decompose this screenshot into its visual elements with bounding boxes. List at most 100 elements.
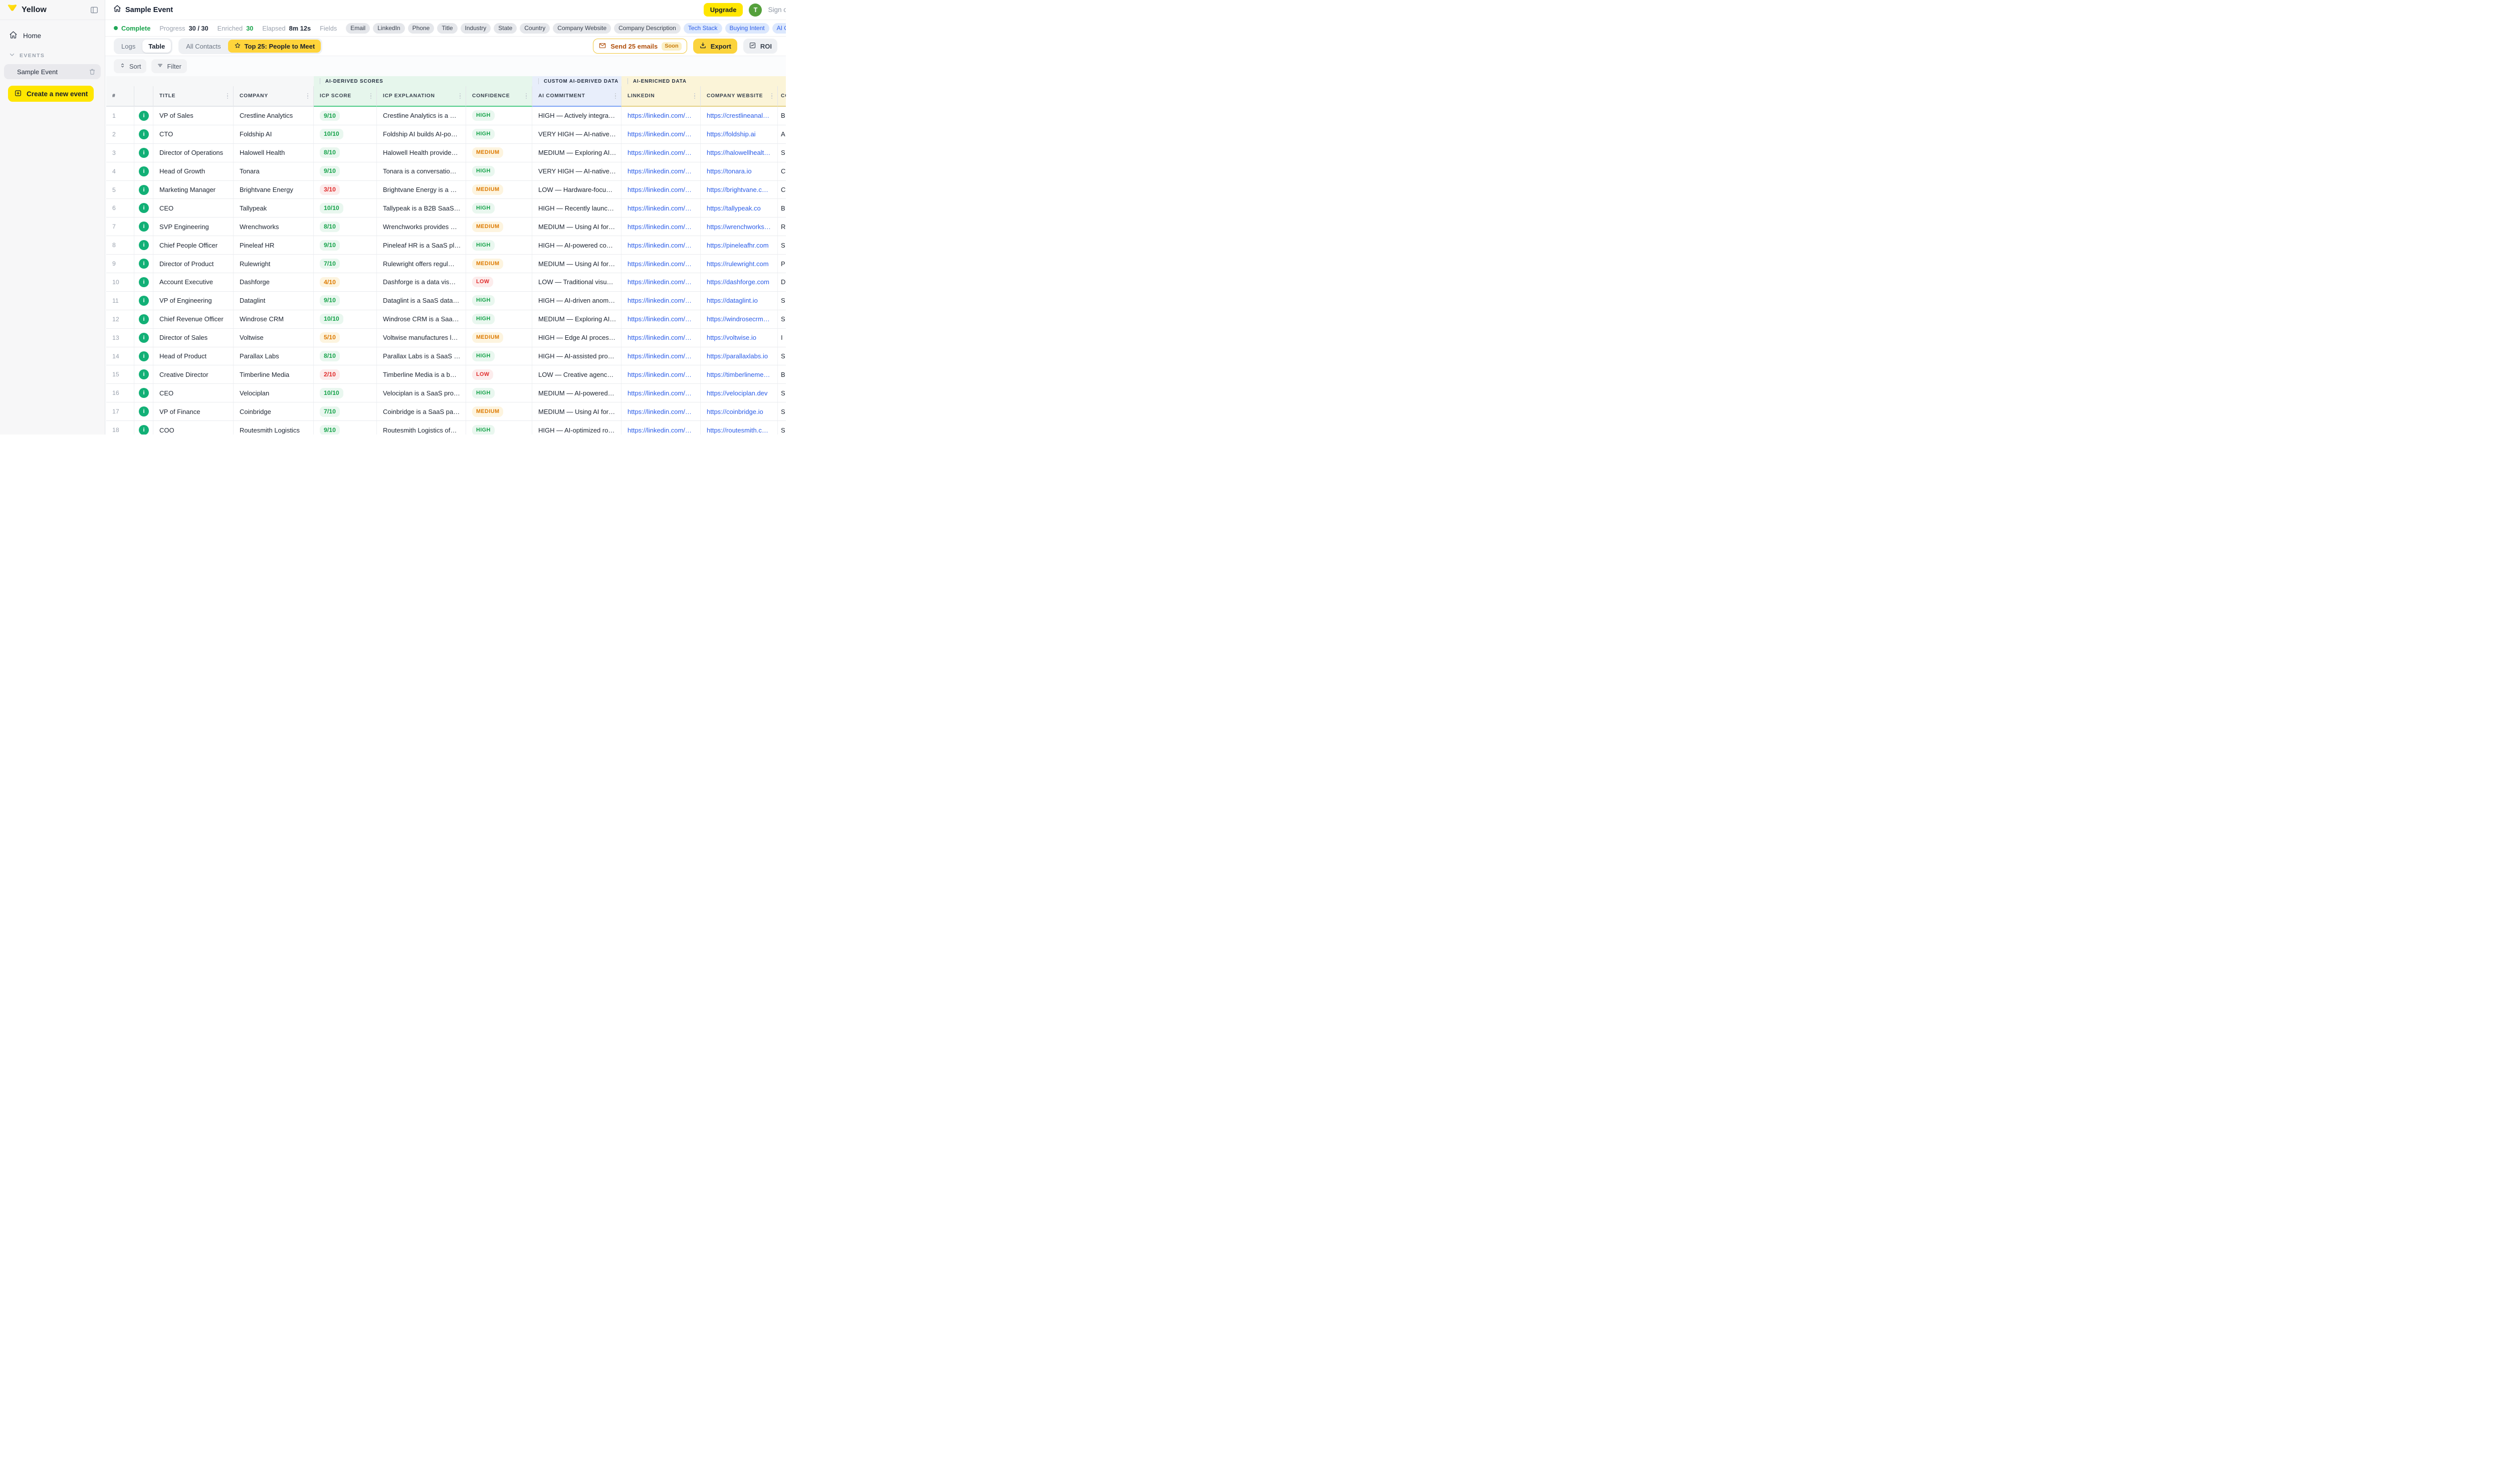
upgrade-button[interactable]: Upgrade [704, 3, 743, 17]
linkedin-link[interactable]: https://linkedin.com/… [628, 389, 692, 397]
website-link[interactable]: https://dataglint.io [707, 297, 758, 304]
tab-all-contacts[interactable]: All Contacts [180, 40, 227, 53]
status-dot [114, 26, 118, 30]
send-emails-button[interactable]: Send 25 emails Soon [593, 39, 687, 54]
info-icon[interactable]: i [139, 333, 149, 343]
linkedin-link[interactable]: https://linkedin.com/… [628, 278, 692, 286]
linkedin-link[interactable]: https://linkedin.com/… [628, 112, 692, 119]
info-icon[interactable]: i [139, 111, 149, 121]
column-menu-icon[interactable] [614, 91, 617, 101]
trash-icon[interactable] [89, 68, 96, 75]
linkedin-link[interactable]: https://linkedin.com/… [628, 223, 692, 231]
website-link[interactable]: https://timberlineme… [707, 371, 770, 378]
linkedin-link[interactable]: https://linkedin.com/… [628, 260, 692, 268]
info-icon[interactable]: i [139, 185, 149, 195]
column-menu-icon[interactable] [693, 91, 697, 101]
website-link[interactable]: https://tonara.io [707, 167, 752, 175]
cell-company-website: https://wrenchworks… [701, 218, 778, 236]
website-link[interactable]: https://rulewright.com [707, 260, 769, 268]
linkedin-link[interactable]: https://linkedin.com/… [628, 427, 692, 434]
sidebar-item-sample-event[interactable]: Sample Event [4, 64, 101, 79]
roi-button[interactable]: ROI [743, 39, 777, 54]
website-link[interactable]: https://foldship.ai [707, 130, 756, 138]
website-link[interactable]: https://parallaxlabs.io [707, 352, 768, 360]
signout-button[interactable]: Sign out [768, 6, 786, 14]
website-link[interactable]: https://crestlineanal… [707, 112, 769, 119]
linkedin-link[interactable]: https://linkedin.com/… [628, 167, 692, 175]
cell-status: i [134, 421, 153, 435]
tab-table[interactable]: Table [142, 40, 171, 53]
cell-company-description: S [778, 144, 786, 162]
info-icon[interactable]: i [139, 166, 149, 176]
info-icon[interactable]: i [139, 351, 149, 361]
tab-logs[interactable]: Logs [115, 40, 141, 53]
sort-button[interactable]: Sort [114, 59, 146, 73]
sidebar-item-home[interactable]: Home [4, 27, 101, 44]
website-link[interactable]: https://wrenchworks… [707, 223, 771, 231]
column-menu-icon[interactable] [306, 91, 310, 101]
column-menu-icon[interactable] [369, 91, 373, 101]
sidebar-section-label: EVENTS [20, 53, 45, 59]
linkedin-link[interactable]: https://linkedin.com/… [628, 334, 692, 341]
contacts-table: AI-DERIVED SCORESCUSTOM AI-DERIVED DATAA… [106, 76, 786, 435]
tab-top-25-people-to-meet[interactable]: Top 25: People to Meet [228, 40, 321, 53]
sidebar-collapse-icon[interactable] [90, 6, 99, 15]
info-icon[interactable]: i [139, 314, 149, 324]
column-menu-icon[interactable] [459, 91, 462, 101]
website-link[interactable]: https://windrosecrm… [707, 315, 770, 323]
cell-title: VP of Engineering [153, 292, 234, 310]
table-row: 16iCEOVelociplan10/10Velociplan is a Saa… [106, 384, 786, 402]
cell-company: Brightvane Energy [234, 181, 314, 199]
website-link[interactable]: https://pineleafhr.com [707, 242, 769, 249]
linkedin-link[interactable]: https://linkedin.com/… [628, 186, 692, 193]
column-header-ai-commitment: AI COMMITMENT [532, 86, 621, 107]
linkedin-link[interactable]: https://linkedin.com/… [628, 149, 692, 156]
icp-score-pill: 10/10 [320, 129, 343, 139]
cell-icp-explanation: Timberline Media is a b… [377, 365, 466, 383]
sidebar-section-events[interactable]: EVENTS [4, 48, 101, 63]
linkedin-link[interactable]: https://linkedin.com/… [628, 130, 692, 138]
info-icon[interactable]: i [139, 406, 149, 416]
linkedin-link[interactable]: https://linkedin.com/… [628, 297, 692, 304]
linkedin-link[interactable]: https://linkedin.com/… [628, 371, 692, 378]
linkedin-link[interactable]: https://linkedin.com/… [628, 315, 692, 323]
linkedin-link[interactable]: https://linkedin.com/… [628, 408, 692, 415]
website-link[interactable]: https://dashforge.com [707, 278, 769, 286]
website-link[interactable]: https://voltwise.io [707, 334, 756, 341]
website-link[interactable]: https://coinbridge.io [707, 408, 763, 415]
info-icon[interactable]: i [139, 240, 149, 250]
info-icon[interactable]: i [139, 222, 149, 232]
linkedin-link[interactable]: https://linkedin.com/… [628, 204, 692, 212]
info-icon[interactable]: i [139, 369, 149, 379]
confidence-pill: HIGH [472, 314, 495, 324]
info-icon[interactable]: i [139, 388, 149, 398]
info-icon[interactable]: i [139, 277, 149, 287]
create-event-button[interactable]: Create a new event [8, 86, 94, 102]
website-link[interactable]: https://tallypeak.co [707, 204, 761, 212]
column-menu-icon[interactable] [770, 91, 774, 101]
website-link[interactable]: https://velociplan.dev [707, 389, 767, 397]
info-icon[interactable]: i [139, 203, 149, 213]
table-row: 2iCTOFoldship AI10/10Foldship AI builds … [106, 125, 786, 144]
linkedin-link[interactable]: https://linkedin.com/… [628, 352, 692, 360]
avatar[interactable]: T [749, 4, 762, 17]
website-link[interactable]: https://routesmith.c… [707, 427, 768, 434]
column-menu-icon[interactable] [226, 91, 230, 101]
website-link[interactable]: https://halowellhealt… [707, 149, 770, 156]
website-link[interactable]: https://brightvane.c… [707, 186, 768, 193]
page-header: Sample Event Upgrade T Sign out [105, 0, 786, 20]
info-icon[interactable]: i [139, 129, 149, 139]
linkedin-link[interactable]: https://linkedin.com/… [628, 242, 692, 249]
info-icon[interactable]: i [139, 296, 149, 306]
export-button[interactable]: Export [693, 39, 737, 54]
cell-company-description: A [778, 125, 786, 143]
filter-button[interactable]: Filter [151, 59, 186, 73]
info-icon[interactable]: i [139, 425, 149, 435]
cell-icp-explanation: Dashforge is a data vis… [377, 273, 466, 291]
cell-company-website: https://coinbridge.io [701, 402, 778, 420]
info-icon[interactable]: i [139, 259, 149, 269]
info-icon[interactable]: i [139, 148, 149, 158]
group-label: AI-DERIVED SCORES [325, 79, 383, 84]
icp-score-pill: 9/10 [320, 166, 340, 176]
column-menu-icon[interactable] [525, 91, 528, 101]
